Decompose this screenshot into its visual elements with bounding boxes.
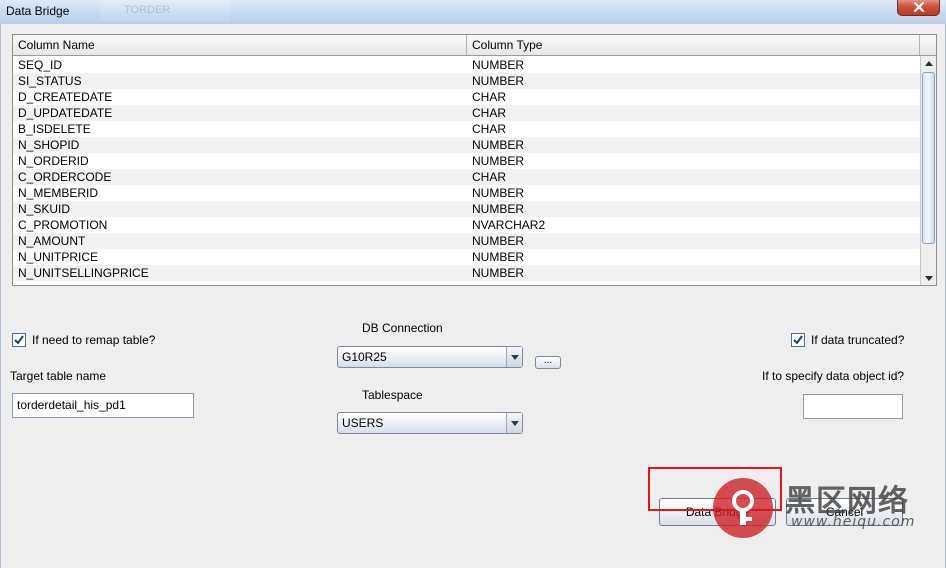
scrollbar-thumb[interactable] (922, 72, 935, 244)
columns-table: Column Name Column Type SEQ_ID NUMBER SI_S… (12, 34, 937, 286)
target-table-input[interactable]: torderdetail_his_pd1 (12, 393, 194, 418)
column-type-cell: NVARCHAR2 (472, 218, 546, 232)
column-type-cell: CHAR (472, 170, 507, 184)
table-row[interactable]: B_ISDELETE CHAR (13, 121, 920, 137)
column-type-cell: NUMBER (472, 234, 525, 248)
column-type-cell: NUMBER (472, 74, 525, 88)
column-type-cell: NUMBER (472, 250, 525, 264)
column-name-cell: D_UPDATEDATE (18, 106, 113, 120)
remap-table-label: If need to remap table? (32, 333, 156, 347)
data-truncated-label: If data truncated? (811, 333, 905, 347)
table-header: Column Name Column Type (13, 35, 920, 56)
vertical-scrollbar[interactable] (920, 56, 936, 285)
column-name-cell: SEQ_ID (18, 58, 63, 72)
column-type-cell: NUMBER (472, 266, 525, 280)
column-type-cell: NUMBER (472, 138, 525, 152)
column-name-cell: SI_STATUS (18, 74, 82, 88)
table-row[interactable]: N_SKUID NUMBER (13, 201, 920, 217)
scroll-up-button[interactable] (921, 56, 936, 70)
table-row[interactable]: N_UNITSELLINGPRICE NUMBER (13, 265, 920, 281)
column-name-cell: D_CREATEDATE (18, 90, 113, 104)
data-object-id-label: If to specify data object id? (762, 369, 905, 383)
data-truncated-checkbox[interactable] (791, 333, 805, 347)
title-bar: TORDER Data Bridge (0, 0, 946, 24)
checkmark-icon (793, 335, 803, 345)
column-type-cell: CHAR (472, 106, 507, 120)
column-name-cell: N_MEMBERID (18, 186, 99, 200)
column-name-cell: C_ORDERCODE (18, 170, 112, 184)
table-row[interactable]: C_PROMOTION NVARCHAR2 (13, 217, 920, 233)
dropdown-arrow (506, 347, 522, 367)
checkmark-icon (14, 335, 24, 345)
column-name-cell: C_PROMOTION (18, 218, 108, 232)
background-window-tab: TORDER (100, 0, 230, 22)
chevron-down-icon (510, 420, 519, 426)
table-row[interactable]: SEQ_ID NUMBER (13, 57, 920, 73)
column-type-header[interactable]: Column Type (467, 35, 920, 55)
cancel-button[interactable]: Cancel (786, 498, 903, 526)
remap-table-checkbox[interactable] (12, 333, 26, 347)
target-table-label: Target table name (10, 369, 107, 383)
db-connection-label: DB Connection (362, 321, 443, 335)
close-icon (913, 1, 924, 12)
column-type-cell: NUMBER (472, 186, 525, 200)
column-name-cell: N_ORDERID (18, 154, 89, 168)
table-row[interactable]: N_UNITPRICE NUMBER (13, 249, 920, 265)
table-row[interactable]: N_AMOUNT NUMBER (13, 233, 920, 249)
triangle-down-icon (924, 275, 933, 281)
highlight-box (648, 467, 782, 511)
table-row[interactable]: N_ORDERID NUMBER (13, 153, 920, 169)
table-body: SEQ_ID NUMBER SI_STATUS NUMBER D_CREATEDATE C… (13, 57, 920, 281)
browse-connection-button[interactable]: ... (535, 356, 561, 369)
column-name-cell: N_SKUID (18, 202, 71, 216)
table-row[interactable]: SI_STATUS NUMBER (13, 73, 920, 89)
background-window-title: TORDER (124, 4, 171, 16)
tablespace-label: Tablespace (362, 388, 423, 402)
column-name-cell: B_ISDELETE (18, 122, 91, 136)
column-name-header[interactable]: Column Name (13, 35, 467, 55)
data-object-id-input[interactable] (803, 394, 903, 419)
column-name-cell: N_SHOPID (18, 138, 80, 152)
tablespace-select[interactable]: USERS (337, 412, 523, 434)
table-row[interactable]: N_SHOPID NUMBER (13, 137, 920, 153)
column-type-cell: CHAR (472, 90, 507, 104)
db-connection-value: G10R25 (342, 350, 387, 364)
table-row[interactable]: D_UPDATEDATE CHAR (13, 105, 920, 121)
header-corner (920, 35, 936, 56)
db-connection-select[interactable]: G10R25 (337, 346, 523, 368)
tablespace-value: USERS (342, 416, 384, 430)
column-name-cell: N_UNITPRICE (18, 250, 99, 264)
window-title: Data Bridge (6, 4, 70, 18)
close-button[interactable] (897, 0, 940, 16)
triangle-up-icon (924, 60, 933, 66)
column-type-cell: NUMBER (472, 202, 525, 216)
dropdown-arrow (506, 413, 522, 433)
column-type-cell: NUMBER (472, 58, 525, 72)
column-name-cell: N_UNITSELLINGPRICE (18, 266, 149, 280)
table-row[interactable]: C_ORDERCODE CHAR (13, 169, 920, 185)
column-name-cell: N_AMOUNT (18, 234, 86, 248)
table-row[interactable]: D_CREATEDATE CHAR (13, 89, 920, 105)
chevron-down-icon (510, 354, 519, 360)
dialog-body: Column Name Column Type SEQ_ID NUMBER SI_S… (0, 24, 946, 568)
table-row[interactable]: N_MEMBERID NUMBER (13, 185, 920, 201)
column-type-cell: NUMBER (472, 154, 525, 168)
column-type-cell: CHAR (472, 122, 507, 136)
scroll-down-button[interactable] (921, 271, 936, 285)
